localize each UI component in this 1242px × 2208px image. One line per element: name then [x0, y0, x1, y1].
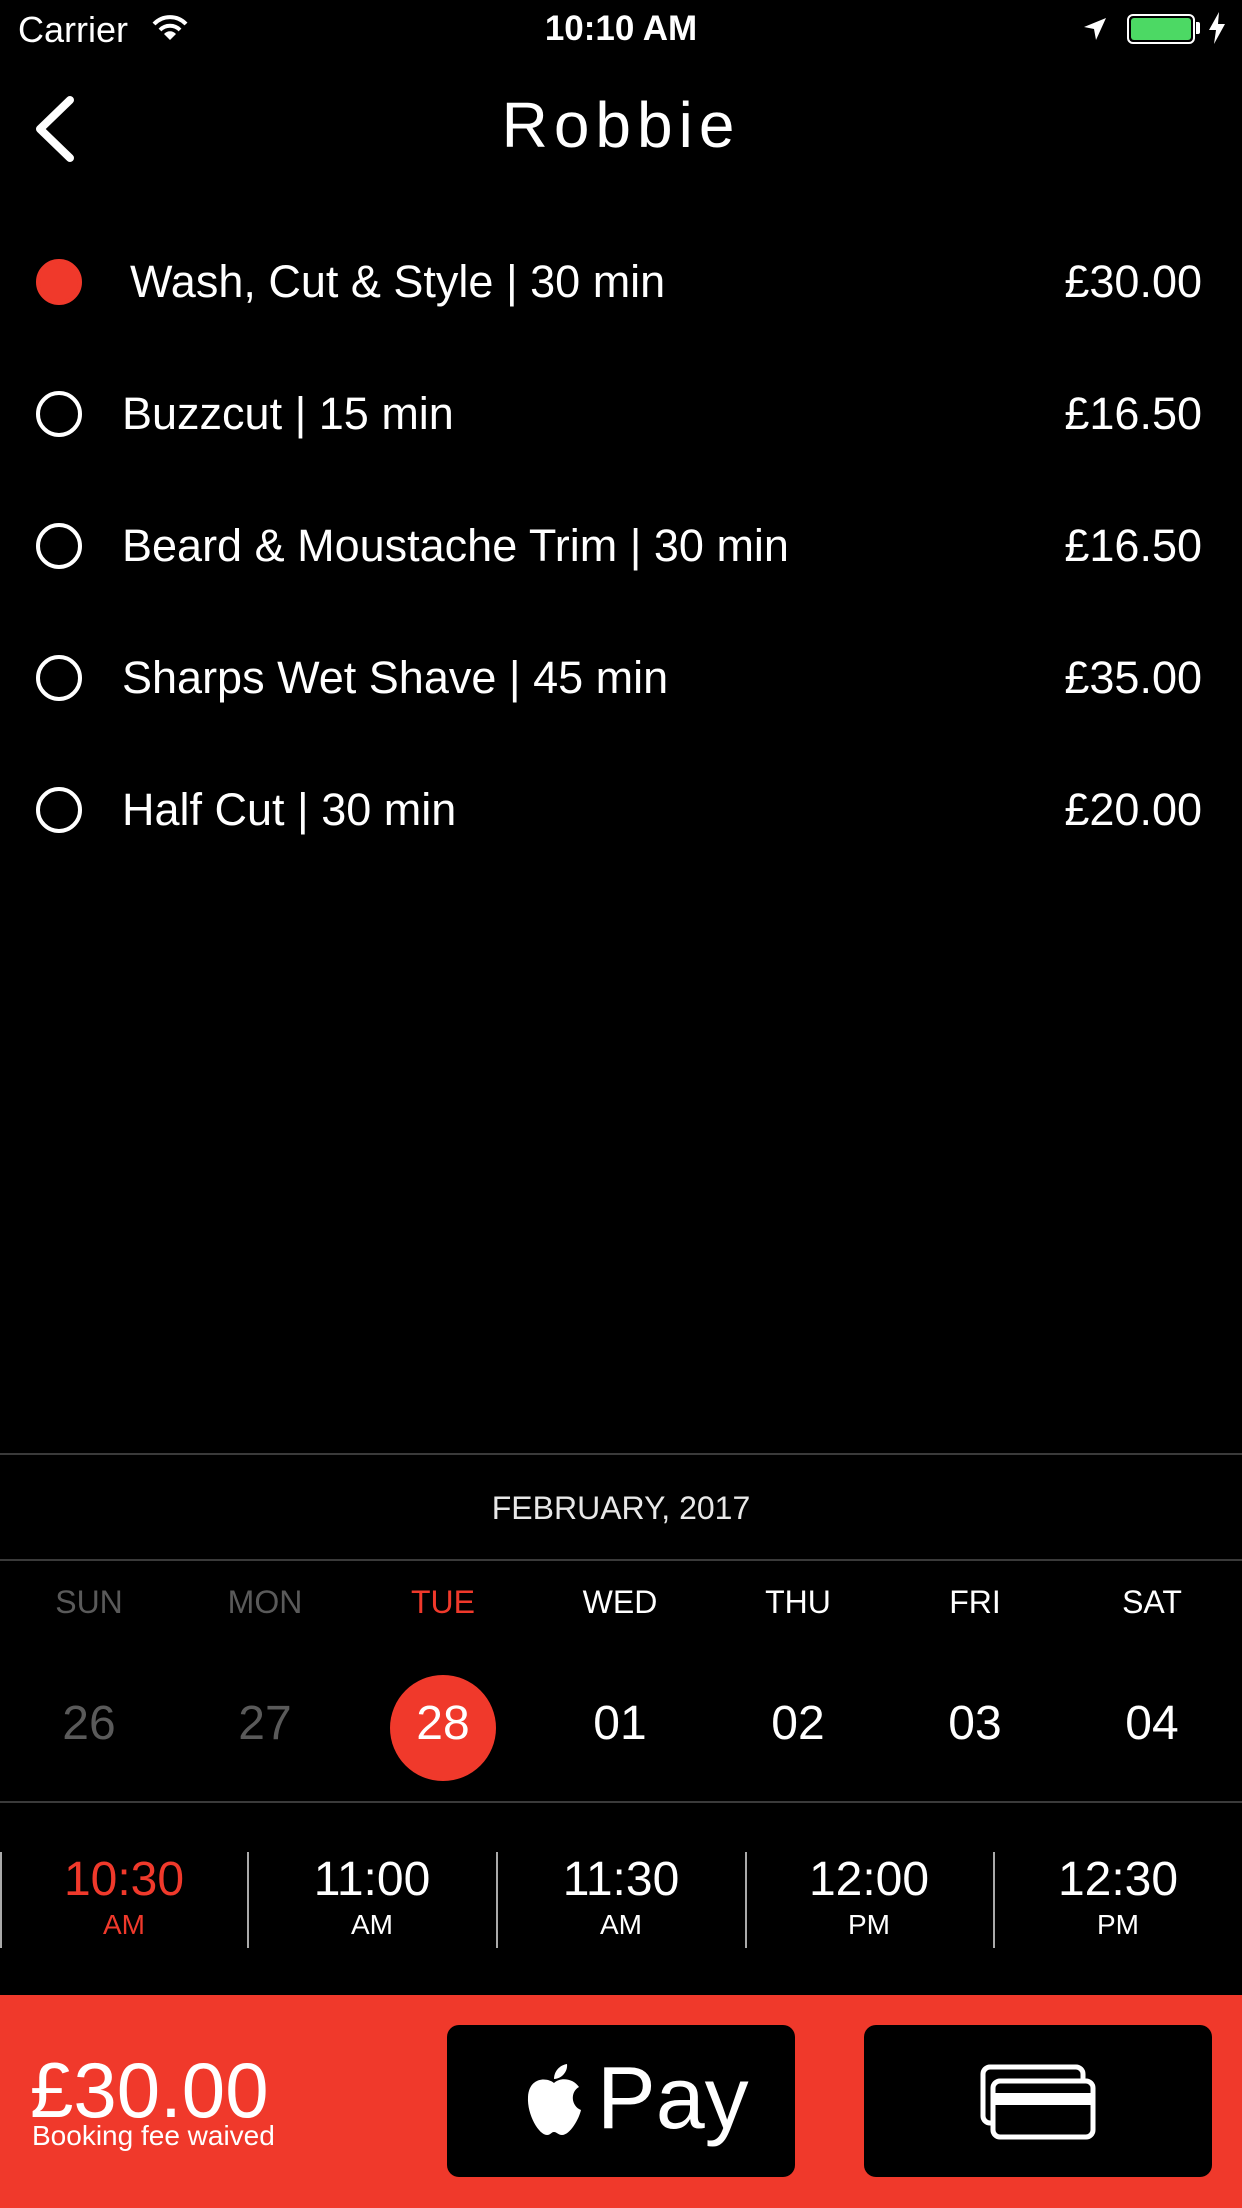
slot-period: AM [351, 1909, 393, 1940]
service-row[interactable]: Sharps Wet Shave | 45 min £35.00 [0, 612, 1242, 744]
service-price: £16.50 [1064, 520, 1202, 571]
radio-unselected[interactable] [36, 391, 82, 437]
status-bar: Carrier 10:10 AM [0, 0, 1242, 62]
date-01[interactable]: 01 [531, 1696, 709, 1751]
service-name: Buzzcut | 15 min [122, 388, 454, 439]
booking-fee-note: Booking fee waived [32, 2120, 275, 2151]
date-04[interactable]: 04 [1063, 1696, 1241, 1751]
date-27: 27 [238, 1697, 292, 1750]
month-label: FEBRUARY, 2017 [491, 1490, 751, 1526]
battery-icon [1127, 14, 1195, 44]
day-name-sat: SAT [1122, 1584, 1182, 1620]
credit-card-icon [980, 2064, 1096, 2140]
day-name-fri: FRI [949, 1584, 1001, 1620]
slot-time: 12:30 [1057, 1853, 1179, 1906]
service-name: Sharps Wet Shave | 45 min [122, 652, 669, 703]
radio-unselected[interactable] [36, 655, 82, 701]
day-name-wed: WED [582, 1584, 658, 1620]
day-name-sun: SUN [55, 1584, 123, 1620]
battery-tip [1196, 22, 1200, 34]
radio-unselected[interactable] [36, 787, 82, 833]
time-slot[interactable]: 11:30 AM [497, 1852, 745, 1941]
slot-time: 11:00 [313, 1853, 431, 1906]
service-row[interactable]: Half Cut | 30 min £20.00 [0, 744, 1242, 876]
slot-period: AM [103, 1909, 145, 1940]
service-row[interactable]: Beard & Moustache Trim | 30 min £16.50 [0, 480, 1242, 612]
service-row[interactable]: Wash, Cut & Style | 30 min £30.00 [0, 216, 1242, 348]
apple-pay-label: Pay [597, 2048, 749, 2147]
location-arrow-icon [1084, 18, 1106, 40]
date-26: 26 [62, 1697, 116, 1750]
card-payment-button[interactable] [864, 2025, 1212, 2177]
time-slot-selected[interactable]: 10:30 AM [0, 1852, 248, 1941]
service-price: £20.00 [1064, 784, 1202, 835]
date-28-selected[interactable]: 28 [354, 1696, 532, 1751]
divider [0, 1453, 1242, 1455]
apple-logo-icon [527, 2064, 581, 2135]
radio-unselected[interactable] [36, 523, 82, 569]
slot-time: 11:30 [562, 1853, 680, 1906]
service-price: £30.00 [1064, 256, 1202, 307]
day-name-thu: THU [765, 1584, 831, 1620]
slot-period: PM [848, 1909, 890, 1940]
service-name: Beard & Moustache Trim | 30 min [122, 520, 789, 571]
divider [0, 1559, 1242, 1561]
slot-period: AM [600, 1909, 642, 1940]
divider [0, 1801, 1242, 1803]
status-time: 10:10 AM [544, 9, 698, 48]
page-title: Robbie [501, 89, 741, 161]
time-slot[interactable]: 11:00 AM [248, 1852, 496, 1941]
slot-time: 10:30 [63, 1853, 185, 1906]
service-row[interactable]: Buzzcut | 15 min £16.50 [0, 348, 1242, 480]
day-name-mon: MON [227, 1584, 303, 1620]
time-slot[interactable]: 12:30 PM [994, 1852, 1242, 1941]
time-slot[interactable]: 12:00 PM [745, 1852, 993, 1941]
service-price: £16.50 [1064, 388, 1202, 439]
service-name: Half Cut | 30 min [122, 784, 457, 835]
date-03[interactable]: 03 [886, 1696, 1064, 1751]
service-price: £35.00 [1064, 652, 1202, 703]
radio-selected[interactable] [36, 259, 82, 305]
service-name: Wash, Cut & Style | 30 min [130, 256, 666, 307]
date-02[interactable]: 02 [709, 1696, 887, 1751]
day-name-tue: TUE [411, 1584, 475, 1620]
slot-period: PM [1097, 1909, 1139, 1940]
apple-pay-button[interactable]: Pay [447, 2025, 795, 2177]
charging-bolt-icon [1209, 12, 1225, 44]
slot-time: 12:00 [808, 1853, 930, 1906]
